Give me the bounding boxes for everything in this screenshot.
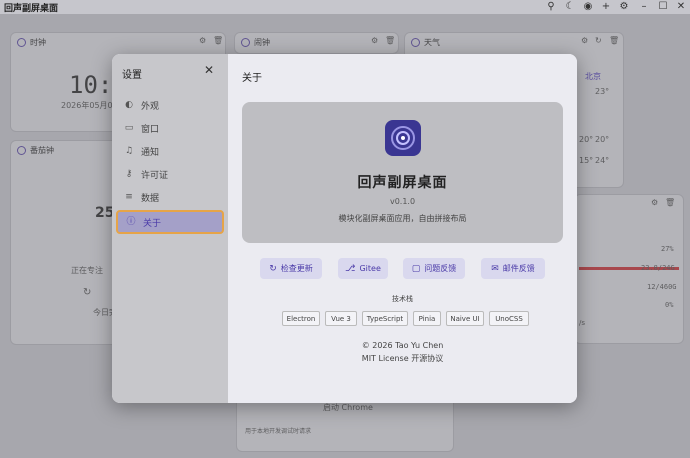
database-icon: ≡ [125, 192, 133, 202]
tech-tag: Electron [282, 311, 320, 326]
sidebar-item-window[interactable]: ▭ 窗口 [116, 117, 224, 139]
sidebar-item-appearance[interactable]: ◐ 外观 [116, 94, 224, 116]
about-panel: 关于 回声副屏桌面 v0.1.0 模块化副屏桌面应用，自由拼接布局 ↻ 检查更新… [228, 54, 577, 403]
moon-icon[interactable]: ☾ [564, 1, 576, 13]
bell-icon: ♫ [124, 146, 134, 156]
sidebar-item-label: 数据 [141, 193, 160, 204]
sidebar-item-label: 通知 [141, 147, 160, 158]
settings-modal: 设置 ✕ ◐ 外观 ▭ 窗口 ♫ 通知 ⚷ 许可证 ≡ 数据 ⓘ 关于 关于 回… [112, 54, 577, 403]
sidebar-item-label: 关于 [143, 218, 162, 229]
about-actions: ↻ 检查更新 ⎇ Gitee ▢ 问题反馈 ✉ 邮件反馈 [258, 258, 548, 280]
close-icon[interactable]: ✕ [675, 1, 687, 13]
title-bar: 回声副屏桌面 ⚲ ☾ ◉ + ⚙ – ☐ ✕ [0, 0, 690, 14]
check-update-button[interactable]: ↻ 检查更新 [260, 258, 322, 279]
window-title: 回声副屏桌面 [4, 4, 59, 14]
info-icon: ⓘ [126, 217, 136, 227]
pin-icon[interactable]: ⚲ [545, 1, 557, 13]
mail-icon: ✉ [491, 263, 499, 274]
sidebar-item-about[interactable]: ⓘ 关于 [116, 210, 224, 234]
tech-tag: TypeScript [362, 311, 408, 326]
page-title: 关于 [242, 73, 262, 84]
sidebar-item-label: 外观 [141, 101, 160, 112]
gitee-icon: ⎇ [345, 263, 356, 274]
tech-tag: Naive UI [446, 311, 484, 326]
app-name: 回声副屏桌面 [357, 175, 448, 191]
app-version: v0.1.0 [389, 197, 416, 206]
sidebar-item-label: 窗口 [141, 124, 160, 135]
key-icon: ⚷ [125, 169, 133, 179]
app-info-card: 回声副屏桌面 v0.1.0 模块化副屏桌面应用，自由拼接布局 [242, 102, 563, 243]
sidebar-item-notifications[interactable]: ♫ 通知 [116, 140, 224, 162]
settings-title: 设置 [122, 70, 142, 81]
sidebar-item-license[interactable]: ⚷ 许可证 [116, 163, 224, 185]
license: MIT License 开源协议 [361, 354, 444, 363]
app-logo-icon [385, 120, 421, 156]
gear-icon[interactable]: ⚙ [618, 1, 630, 13]
email-feedback-button[interactable]: ✉ 邮件反馈 [481, 258, 545, 279]
maximize-icon[interactable]: ☐ [657, 1, 669, 13]
copyright: © 2026 Tao Yu Chen [361, 341, 444, 350]
eye-icon[interactable]: ◉ [582, 1, 594, 13]
tech-stack-label: 技术栈 [392, 295, 413, 303]
palette-icon: ◐ [125, 100, 133, 110]
monitor-icon: ▭ [124, 123, 134, 133]
issue-feedback-button[interactable]: ▢ 问题反馈 [403, 258, 465, 279]
plus-icon[interactable]: + [600, 1, 612, 13]
tech-tag: UnoCSS [489, 311, 529, 326]
tech-tag: Pinia [413, 311, 441, 326]
settings-sidebar: 设置 ✕ ◐ 外观 ▭ 窗口 ♫ 通知 ⚷ 许可证 ≡ 数据 ⓘ 关于 [112, 54, 228, 403]
sidebar-item-label: 许可证 [141, 170, 169, 181]
tech-tag: Vue 3 [325, 311, 357, 326]
sidebar-item-data[interactable]: ≡ 数据 [116, 186, 224, 208]
app-description: 模块化副屏桌面应用，自由拼接布局 [338, 214, 467, 223]
refresh-icon: ↻ [269, 263, 277, 274]
gitee-button[interactable]: ⎇ Gitee [338, 258, 388, 279]
minimize-icon[interactable]: – [638, 1, 650, 13]
close-icon[interactable]: ✕ [204, 64, 214, 76]
chat-icon: ▢ [411, 263, 421, 274]
